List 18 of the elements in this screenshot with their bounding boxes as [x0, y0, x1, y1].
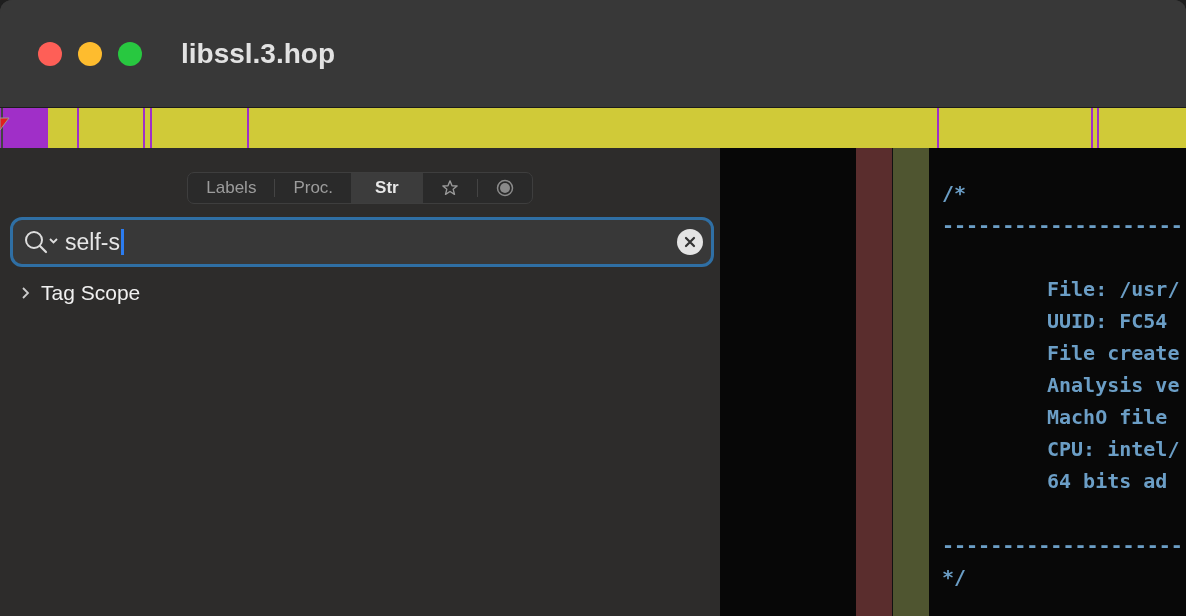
code-line: File: /usr/	[1047, 277, 1180, 301]
window-title: libssl.3.hop	[181, 37, 336, 70]
tab[interactable]: Proc.	[275, 173, 352, 203]
code-line: CPU: intel/	[1047, 437, 1180, 461]
tree-item[interactable]: Tag Scope	[20, 281, 720, 305]
search-field[interactable]: self-s	[10, 217, 714, 267]
code-line: */	[942, 565, 967, 589]
code-line: File create	[1047, 341, 1180, 365]
code-line: 64 bits ad	[1047, 469, 1168, 493]
code-line: Analysis ve	[1047, 373, 1180, 397]
tab[interactable]: Labels	[188, 173, 275, 203]
tab[interactable]: Str	[351, 173, 423, 203]
code-line: --------------------	[942, 213, 1183, 237]
code-line: UUID: FC54	[1047, 309, 1168, 333]
code-line: --------------------	[942, 533, 1183, 557]
code-line: MachO file	[1047, 405, 1168, 429]
search-text: self-s	[65, 228, 120, 256]
code-line: /*	[942, 181, 967, 205]
